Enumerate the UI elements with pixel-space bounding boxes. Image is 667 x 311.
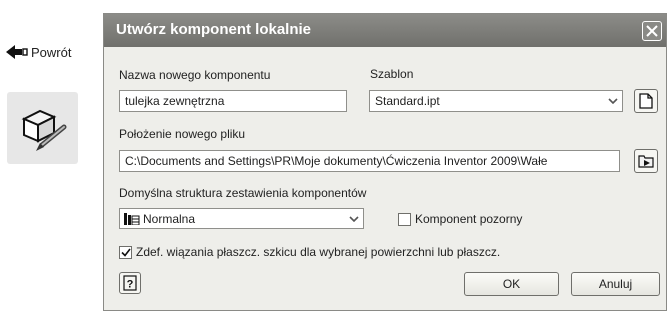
close-button[interactable] bbox=[642, 21, 662, 41]
help-icon: ? bbox=[123, 275, 137, 291]
template-select[interactable]: Standard.ipt bbox=[369, 90, 623, 112]
arrow-left-icon bbox=[6, 45, 28, 59]
component-name-field[interactable]: tulejka zewnętrzna bbox=[119, 90, 347, 112]
virtual-component-option: Komponent pozorny bbox=[398, 212, 522, 226]
sketch-constraint-option: Zdef. wiązania płaszcz. szkicu dla wybra… bbox=[119, 245, 500, 259]
new-document-icon bbox=[639, 93, 653, 109]
create-component-tool[interactable] bbox=[7, 92, 78, 164]
new-template-button[interactable] bbox=[634, 89, 658, 113]
cancel-button[interactable]: Anuluj bbox=[571, 272, 660, 296]
template-value: Standard.ipt bbox=[375, 94, 440, 108]
svg-text:?: ? bbox=[127, 279, 134, 291]
ok-button[interactable]: OK bbox=[464, 272, 559, 296]
back-button[interactable]: Powrót bbox=[6, 40, 98, 64]
sketch-constraint-checkbox[interactable] bbox=[119, 245, 132, 259]
browse-button[interactable] bbox=[634, 149, 658, 173]
bom-structure-label: Domyślna struktura zestawienia komponent… bbox=[119, 186, 367, 200]
bom-structure-icon bbox=[120, 212, 140, 225]
bom-structure-value: Normalna bbox=[143, 211, 196, 226]
create-component-dialog: Utwórz komponent lokalnie Nazwa nowego k… bbox=[103, 13, 667, 311]
file-location-label: Położenie nowego pliku bbox=[119, 127, 246, 141]
close-icon bbox=[646, 25, 658, 37]
help-button[interactable]: ? bbox=[119, 272, 141, 294]
file-location-field[interactable]: C:\Documents and Settings\PR\Moje dokume… bbox=[119, 150, 620, 172]
template-label: Szablon bbox=[370, 67, 414, 81]
dialog-titlebar: Utwórz komponent lokalnie bbox=[104, 14, 666, 47]
back-label: Powrót bbox=[31, 44, 72, 60]
chevron-down-icon bbox=[345, 209, 363, 228]
bom-structure-select[interactable]: Normalna bbox=[119, 208, 364, 229]
dialog-title: Utwórz komponent lokalnie bbox=[116, 21, 312, 38]
chevron-down-icon bbox=[604, 91, 622, 111]
virtual-component-checkbox[interactable] bbox=[398, 212, 411, 226]
create-component-icon bbox=[21, 109, 66, 151]
virtual-component-label: Komponent pozorny bbox=[415, 212, 523, 226]
sketch-constraint-label: Zdef. wiązania płaszcz. szkicu dla wybra… bbox=[136, 245, 501, 259]
checkmark-icon bbox=[120, 248, 131, 257]
browse-folder-icon bbox=[638, 155, 654, 168]
component-name-label: Nazwa nowego komponentu bbox=[119, 68, 271, 82]
